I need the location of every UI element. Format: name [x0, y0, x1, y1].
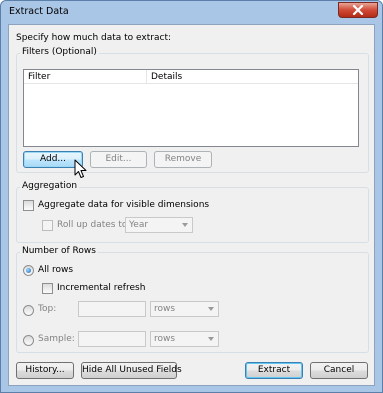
incremental-refresh-checkbox[interactable]	[42, 283, 53, 294]
mouse-cursor-icon	[74, 159, 87, 178]
edit-filter-button[interactable]: Edit...	[90, 151, 147, 168]
top-rows-unit: rows	[154, 304, 176, 314]
sample-rows-unit-select[interactable]: rows	[150, 331, 219, 347]
dialog-body: Specify how much data to extract: Filter…	[8, 24, 375, 386]
aggregation-group-title: Aggregation	[20, 181, 80, 191]
hide-unused-fields-button[interactable]: Hide All Unused Fields	[81, 362, 182, 379]
sample-rows-unit: rows	[154, 334, 176, 344]
history-button[interactable]: History...	[16, 362, 74, 379]
filters-list[interactable]: Filter Details	[23, 69, 359, 147]
aggregation-group	[16, 187, 369, 243]
column-header-filter[interactable]: Filter	[24, 70, 146, 84]
top-rows-radio[interactable]	[23, 305, 34, 316]
column-header-details[interactable]: Details	[147, 70, 358, 84]
sample-rows-radio[interactable]	[23, 335, 34, 346]
sample-rows-label[interactable]: Sample:	[38, 334, 75, 344]
rollup-dates-label[interactable]: Roll up dates to	[57, 220, 127, 230]
rollup-dates-checkbox[interactable]	[42, 220, 53, 231]
chevron-down-icon	[208, 337, 214, 341]
cancel-button[interactable]: Cancel	[310, 362, 368, 379]
number-of-rows-group-title: Number of Rows	[20, 246, 98, 256]
rollup-dates-value: Year	[129, 220, 149, 230]
extract-button[interactable]: Extract	[245, 362, 303, 379]
top-rows-label[interactable]: Top:	[38, 304, 56, 314]
close-button[interactable]	[338, 2, 378, 18]
chevron-down-icon	[208, 307, 214, 311]
window-title: Extract Data	[9, 6, 69, 17]
intro-text: Specify how much data to extract:	[16, 33, 172, 43]
incremental-refresh-label[interactable]: Incremental refresh	[57, 283, 145, 293]
all-rows-label[interactable]: All rows	[38, 265, 73, 275]
sample-rows-input[interactable]	[78, 331, 146, 347]
remove-filter-button[interactable]: Remove	[154, 151, 212, 168]
aggregate-label[interactable]: Aggregate data for visible dimensions	[38, 200, 209, 210]
all-rows-radio[interactable]	[23, 265, 34, 276]
aggregate-checkbox[interactable]	[23, 200, 34, 211]
chevron-down-icon	[182, 223, 188, 227]
top-rows-input[interactable]	[78, 301, 146, 317]
dialog-window: Extract Data Specify how much data to ex…	[0, 0, 383, 393]
rollup-dates-select[interactable]: Year	[125, 217, 193, 233]
close-icon	[352, 5, 364, 15]
title-bar[interactable]: Extract Data	[1, 1, 382, 23]
filters-group-title: Filters (Optional)	[20, 47, 99, 57]
top-rows-unit-select[interactable]: rows	[150, 301, 219, 317]
